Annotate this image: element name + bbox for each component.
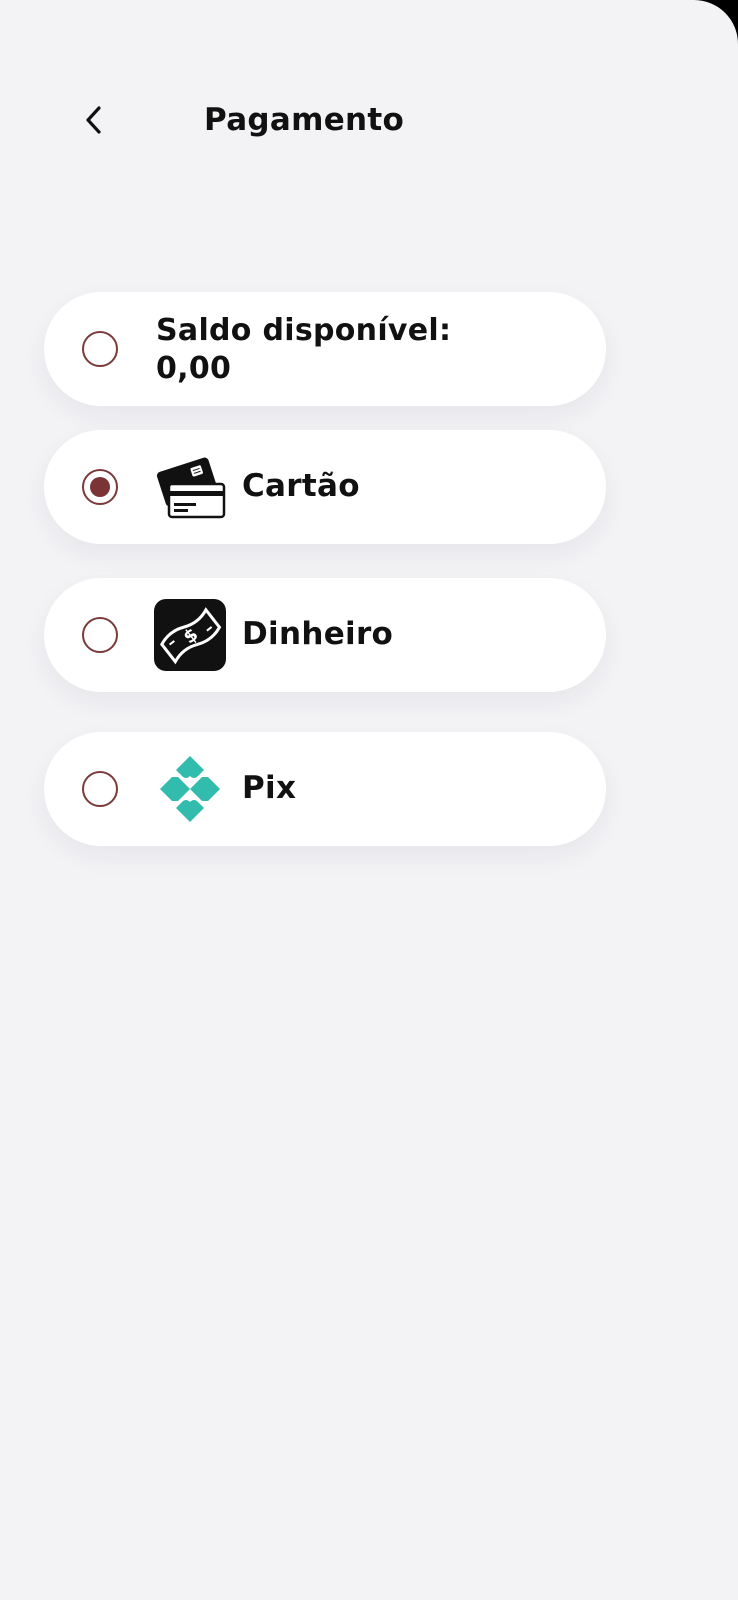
balance-text: Saldo disponível: 0,00 <box>156 312 451 388</box>
payment-option-cartao[interactable]: Cartão <box>44 430 606 544</box>
pix-logo-icon <box>160 756 220 822</box>
payment-option-dinheiro[interactable]: $ Dinheiro <box>44 578 606 692</box>
chevron-left-icon <box>86 106 101 134</box>
back-button[interactable] <box>70 96 118 144</box>
radio-saldo[interactable] <box>82 331 118 367</box>
payment-option-pix[interactable]: Pix <box>44 732 606 846</box>
page-title: Pagamento <box>204 102 405 138</box>
header: Pagamento <box>0 88 738 152</box>
balance-value: 0,00 <box>156 351 232 386</box>
radio-selected-dot <box>90 477 110 497</box>
radio-dinheiro[interactable] <box>82 617 118 653</box>
balance-label: Saldo disponível: <box>156 313 452 348</box>
option-label-pix: Pix <box>242 770 297 806</box>
radio-pix[interactable] <box>82 771 118 807</box>
credit-card-icon <box>156 457 226 519</box>
option-label-cartao: Cartão <box>242 468 360 504</box>
radio-cartao[interactable] <box>82 469 118 505</box>
payment-screen: Pagamento Saldo disponível: 0,00 Cartão … <box>0 0 738 1600</box>
payment-option-saldo[interactable]: Saldo disponível: 0,00 <box>44 292 606 406</box>
cash-bill-icon: $ <box>154 599 226 671</box>
option-label-dinheiro: Dinheiro <box>242 616 394 652</box>
